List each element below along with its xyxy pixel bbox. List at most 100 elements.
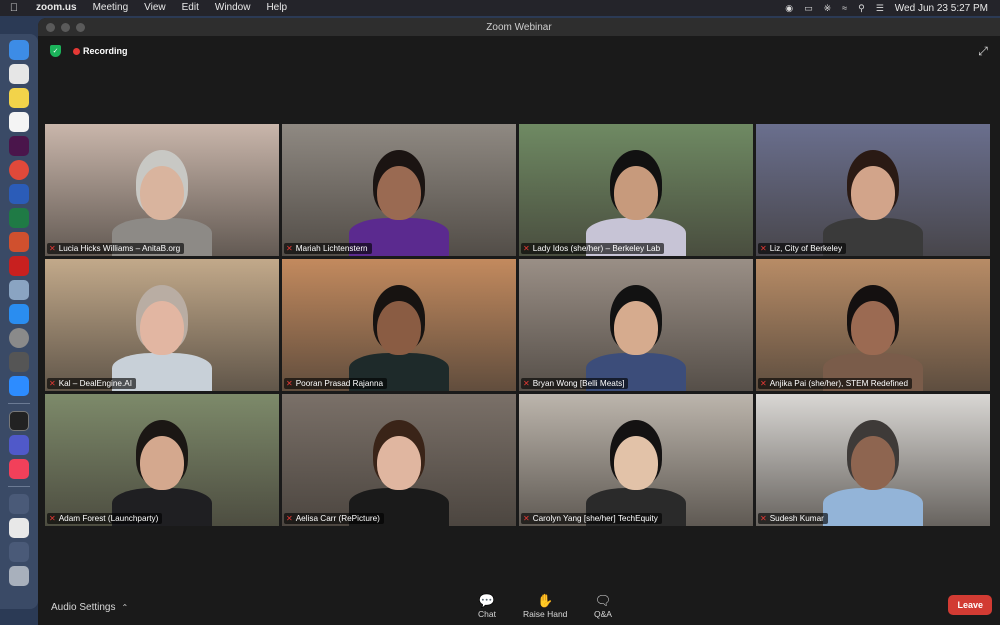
video-tile[interactable]: ✕ Bryan Wong [Belli Meats] <box>519 259 753 391</box>
participant-name-label: ✕ Liz, City of Berkeley <box>758 243 847 254</box>
participant-face <box>140 166 184 220</box>
participant-name: Liz, City of Berkeley <box>769 244 843 253</box>
excel-icon[interactable] <box>9 208 29 228</box>
app-store-icon[interactable] <box>9 304 29 324</box>
music-icon[interactable] <box>9 459 29 479</box>
qa-button[interactable]: 🗨 Q&A <box>594 592 612 619</box>
window-title: Zoom Webinar <box>486 21 552 33</box>
minimize-window-button[interactable] <box>61 22 70 32</box>
zoom-icon[interactable] <box>9 376 29 396</box>
audio-settings-button[interactable]: Audio Settings ⌃ <box>51 602 128 613</box>
menu-meeting[interactable]: Meeting <box>85 0 137 16</box>
raise-hand-button[interactable]: ✋ Raise Hand <box>523 592 567 619</box>
participant-video <box>813 269 933 391</box>
dock-separator <box>8 486 30 487</box>
qa-icon: 🗨 <box>594 593 612 608</box>
participant-face <box>140 436 184 490</box>
menu-edit[interactable]: Edit <box>174 0 207 16</box>
audio-settings-label: Audio Settings <box>51 602 116 613</box>
control-center-icon[interactable]: ☰ <box>876 3 884 14</box>
participant-name: Anjika Pai (she/her), STEM Redefined <box>769 379 909 388</box>
trash-icon[interactable] <box>9 566 29 586</box>
video-tile[interactable]: ✕ Kal – DealEngine.AI <box>45 259 279 391</box>
dock-separator <box>8 403 30 404</box>
teams-icon[interactable] <box>9 435 29 455</box>
wifi-icon[interactable]: ≈ <box>842 3 847 13</box>
calculator-icon[interactable] <box>9 352 29 372</box>
powerpoint-icon[interactable] <box>9 232 29 252</box>
title-bar: Zoom Webinar <box>38 18 1000 36</box>
participant-name-label: ✕ Mariah Lichtenstern <box>284 243 372 254</box>
recording-bar: ✓ Recording <box>38 36 1000 66</box>
battery-icon[interactable]: ▭ <box>804 3 813 14</box>
menu-bar:  zoom.us Meeting View Edit Window Help … <box>0 0 1000 16</box>
acrobat-icon[interactable] <box>9 256 29 276</box>
mic-muted-icon: ✕ <box>760 244 767 253</box>
mic-muted-icon: ✕ <box>49 514 56 523</box>
menu-window[interactable]: Window <box>207 0 259 16</box>
participant-name: Pooran Prasad Rajanna <box>295 379 384 388</box>
participant-name-label: ✕ Bryan Wong [Belli Meats] <box>521 378 629 389</box>
menu-app-name[interactable]: zoom.us <box>28 0 85 16</box>
participant-face <box>614 301 658 355</box>
folder-icon[interactable] <box>9 542 29 562</box>
mic-muted-icon: ✕ <box>523 244 530 253</box>
chrome-icon[interactable] <box>9 160 29 180</box>
zoom-status-icon[interactable]: ◉ <box>785 3 793 14</box>
participant-face <box>851 166 895 220</box>
preview-icon[interactable] <box>9 280 29 300</box>
video-tile[interactable]: ✕ Mariah Lichtenstern <box>282 124 516 256</box>
participant-face <box>377 436 421 490</box>
clock[interactable]: Wed Jun 23 5:27 PM <box>895 3 988 14</box>
participant-video <box>576 134 696 256</box>
video-tile[interactable]: ✕ Lady Idos (she/her) – Berkeley Lab <box>519 124 753 256</box>
video-tile[interactable]: ✕ Adam Forest (Launchparty) <box>45 394 279 526</box>
leave-button[interactable]: Leave <box>948 595 992 615</box>
video-tile[interactable]: ✕ Carolyn Yang [she/her] TechEquity <box>519 394 753 526</box>
participant-name: Kal – DealEngine.AI <box>58 379 132 388</box>
reminders-icon[interactable] <box>9 112 29 132</box>
mic-muted-icon: ✕ <box>49 244 56 253</box>
terminal-icon[interactable] <box>9 411 29 431</box>
participant-video <box>102 269 222 391</box>
video-tile[interactable]: ✕ Pooran Prasad Rajanna <box>282 259 516 391</box>
participant-name: Lady Idos (she/her) – Berkeley Lab <box>532 244 661 253</box>
status-area: ◉ ▭ ※ ≈ ⚲ ☰ Wed Jun 23 5:27 PM <box>785 3 1000 14</box>
mic-muted-icon: ✕ <box>523 379 530 388</box>
chat-icon: 💬 <box>478 593 496 608</box>
search-icon[interactable]: ⚲ <box>858 3 865 14</box>
participant-face <box>377 166 421 220</box>
participant-name-label: ✕ Sudesh Kumar <box>758 513 828 524</box>
mic-muted-icon: ✕ <box>760 514 767 523</box>
shield-icon[interactable]: ✓ <box>50 45 61 57</box>
fullscreen-icon[interactable]: ⤢ <box>974 42 992 60</box>
close-window-button[interactable] <box>46 22 55 32</box>
video-tile[interactable]: ✕ Anjika Pai (she/her), STEM Redefined <box>756 259 990 391</box>
mic-muted-icon: ✕ <box>286 244 293 253</box>
word-icon[interactable] <box>9 184 29 204</box>
slack-icon[interactable] <box>9 136 29 156</box>
video-tile[interactable]: ✕ Aelisa Carr (RePicture) <box>282 394 516 526</box>
mic-muted-icon: ✕ <box>286 379 293 388</box>
documents-icon[interactable] <box>9 518 29 538</box>
notes-icon[interactable] <box>9 88 29 108</box>
chat-button[interactable]: 💬 Chat <box>478 592 496 619</box>
participant-face <box>140 301 184 355</box>
mic-muted-icon: ✕ <box>286 514 293 523</box>
video-tile[interactable]: ✕ Sudesh Kumar <box>756 394 990 526</box>
video-tile[interactable]: ✕ Lucia Hicks Williams – AnitaB.org <box>45 124 279 256</box>
recording-dot-icon <box>73 47 80 55</box>
bluetooth-icon[interactable]: ※ <box>824 3 832 14</box>
video-tile[interactable]: ✕ Liz, City of Berkeley <box>756 124 990 256</box>
qa-label: Q&A <box>594 609 612 619</box>
caret-up-icon[interactable]: ⌃ <box>122 603 129 612</box>
launchpad-icon[interactable] <box>9 64 29 84</box>
finder-icon[interactable] <box>9 40 29 60</box>
downloads-icon[interactable] <box>9 494 29 514</box>
participant-name: Sudesh Kumar <box>769 514 824 523</box>
menu-help[interactable]: Help <box>258 0 295 16</box>
zoom-window-button[interactable] <box>76 22 85 32</box>
menu-view[interactable]: View <box>136 0 174 16</box>
system-preferences-icon[interactable] <box>9 328 29 348</box>
apple-icon[interactable]:  <box>0 2 28 14</box>
